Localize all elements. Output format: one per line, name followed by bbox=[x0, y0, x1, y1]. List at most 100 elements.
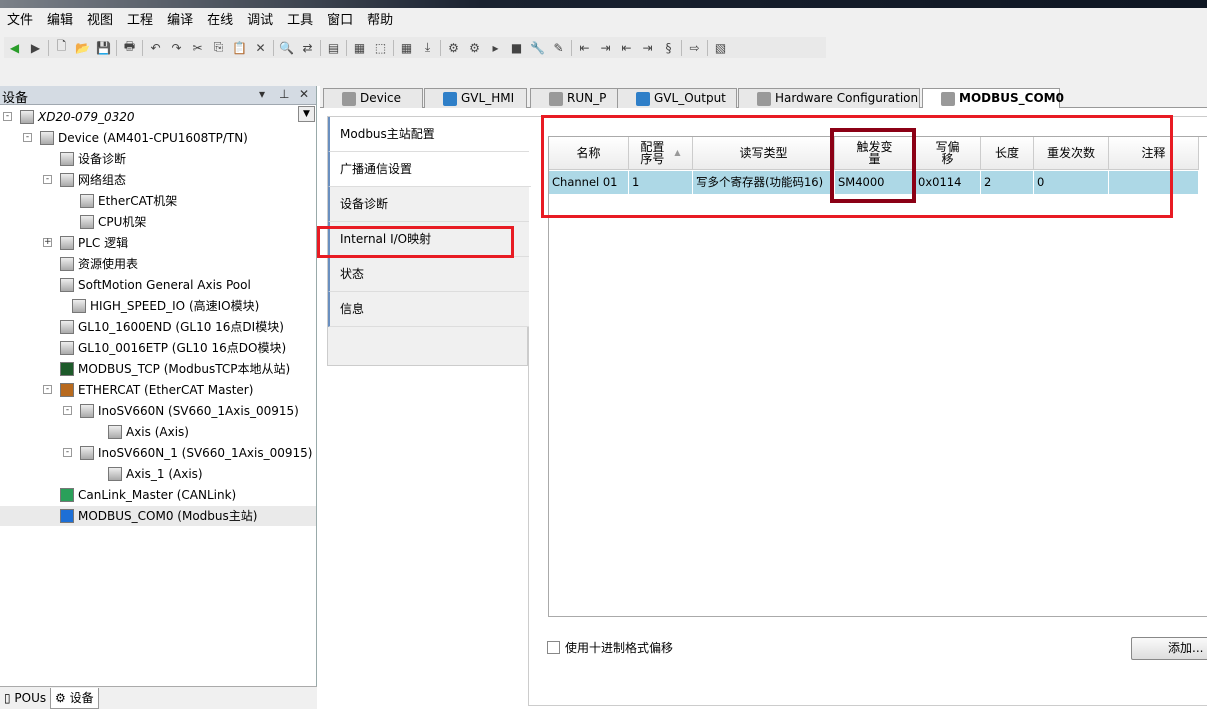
tree-item[interactable]: - ETHERCAT (EtherCAT Master) bbox=[0, 380, 316, 400]
find-icon[interactable]: 🔍 bbox=[278, 39, 295, 56]
menu-item[interactable]: 编译 bbox=[160, 11, 200, 31]
decimal-offset-checkbox[interactable] bbox=[547, 641, 560, 654]
tree-item[interactable]: MODBUS_COM0 (Modbus主站) bbox=[0, 506, 316, 526]
start-icon[interactable]: ▸ bbox=[487, 39, 504, 56]
expand-toggle-icon[interactable]: - bbox=[23, 133, 32, 142]
menu-item[interactable]: 工具 bbox=[280, 11, 320, 31]
tab-gvl-hmi[interactable]: GVL_HMI bbox=[424, 88, 527, 108]
tree-item[interactable]: GL10_1600END (GL10 16点DI模块) bbox=[0, 317, 316, 337]
tree-item-label: 设备诊断 bbox=[78, 152, 127, 166]
tree-item[interactable]: Axis (Axis) bbox=[0, 422, 316, 442]
highlight-box-trigger-variable bbox=[830, 128, 916, 203]
menu-item[interactable]: 编辑 bbox=[40, 11, 80, 31]
step-icon[interactable]: § bbox=[660, 39, 677, 56]
paste-icon[interactable]: 📋 bbox=[231, 39, 248, 56]
menu-item[interactable]: 窗口 bbox=[320, 11, 360, 31]
back-icon[interactable]: ◀ bbox=[6, 39, 23, 56]
tab-gvl-output[interactable]: GVL_Output bbox=[617, 88, 737, 108]
device-icon bbox=[60, 341, 74, 355]
expand-toggle-icon[interactable]: - bbox=[43, 175, 52, 184]
bp3-icon[interactable]: ⇤ bbox=[618, 39, 635, 56]
tools-icon[interactable]: 🔧 bbox=[529, 39, 546, 56]
tab-label: RUN_P bbox=[567, 91, 607, 105]
tree-item[interactable]: SoftMotion General Axis Pool bbox=[0, 275, 316, 295]
tab-devices[interactable]: ⚙ 设备 bbox=[50, 688, 99, 709]
delete-icon[interactable]: ✕ bbox=[252, 39, 269, 56]
tree-item[interactable]: GL10_0016ETP (GL10 16点DO模块) bbox=[0, 338, 316, 358]
menu-item[interactable]: 帮助 bbox=[360, 11, 400, 31]
tab-label: Device bbox=[360, 91, 402, 105]
arrow-icon[interactable]: ⇨ bbox=[686, 39, 703, 56]
dropdown-icon[interactable]: ▾ bbox=[259, 87, 265, 101]
tree-item[interactable]: 设备诊断 bbox=[0, 149, 316, 169]
tab-run-p[interactable]: RUN_P bbox=[530, 88, 618, 108]
panel-header: 设备 ▾ ⊥ ✕ bbox=[0, 86, 316, 106]
tab-device[interactable]: Device bbox=[323, 88, 423, 108]
tab-label: POUs bbox=[14, 691, 47, 705]
forward-icon[interactable]: ▶ bbox=[27, 39, 44, 56]
tree-item-label: Device (AM401-CPU1608TP/TN) bbox=[58, 131, 248, 145]
save-icon[interactable]: 💾 bbox=[95, 39, 112, 56]
side-tab[interactable]: 设备诊断 bbox=[328, 187, 529, 222]
tree-item[interactable]: CanLink_Master (CANLink) bbox=[0, 485, 316, 505]
tree-item[interactable]: MODBUS_TCP (ModbusTCP本地从站) bbox=[0, 359, 316, 379]
side-tab[interactable]: Modbus主站配置 bbox=[328, 117, 529, 152]
plc-logic-icon bbox=[60, 236, 74, 250]
cut-icon[interactable]: ✂ bbox=[189, 39, 206, 56]
tree-item[interactable]: + PLC 逻辑 bbox=[0, 233, 316, 253]
highlight-box-io-mapping bbox=[317, 226, 514, 258]
copy-icon[interactable]: ⎘ bbox=[210, 39, 227, 56]
undo-icon[interactable]: ↶ bbox=[147, 39, 164, 56]
tree-item[interactable]: - InoSV660N_1 (SV660_1Axis_00915) bbox=[0, 443, 316, 463]
open-icon[interactable]: 📂 bbox=[74, 39, 91, 56]
replace-icon[interactable]: ⇄ bbox=[299, 39, 316, 56]
menu-item[interactable]: 视图 bbox=[80, 11, 120, 31]
pages-icon[interactable]: ▤ bbox=[325, 39, 342, 56]
tab-hardware-configuration[interactable]: Hardware Configuration bbox=[738, 88, 920, 108]
expand-toggle-icon[interactable]: - bbox=[63, 406, 72, 415]
expand-toggle-icon[interactable]: - bbox=[63, 448, 72, 457]
expand-toggle-icon[interactable]: - bbox=[43, 385, 52, 394]
pin-icon[interactable]: ⊥ bbox=[279, 87, 289, 101]
tree-item[interactable]: 资源使用表 bbox=[0, 254, 316, 274]
add-button[interactable]: 添加... bbox=[1131, 637, 1207, 660]
side-tab[interactable]: 信息 bbox=[328, 292, 529, 327]
tree-item[interactable]: Axis_1 (Axis) bbox=[0, 464, 316, 484]
build-icon[interactable]: ▦ bbox=[398, 39, 415, 56]
device-icon bbox=[40, 131, 54, 145]
export-icon[interactable]: ⬚ bbox=[372, 39, 389, 56]
menu-item[interactable]: 调试 bbox=[240, 11, 280, 31]
edit-icon[interactable]: ✎ bbox=[550, 39, 567, 56]
stop-icon[interactable]: ■ bbox=[508, 39, 525, 56]
side-tab[interactable]: 广播通信设置 bbox=[328, 152, 531, 187]
tab-pous[interactable]: ▯ POUs bbox=[0, 688, 50, 709]
close-icon[interactable]: ✕ bbox=[299, 87, 309, 101]
menu-item[interactable]: 文件 bbox=[0, 11, 40, 31]
logout-icon[interactable]: ⚙ bbox=[466, 39, 483, 56]
tree-item[interactable]: CPU机架 bbox=[0, 212, 316, 232]
expand-toggle-icon[interactable]: - bbox=[3, 112, 12, 121]
misc-icon[interactable]: ▧ bbox=[712, 39, 729, 56]
bp-icon[interactable]: ⇤ bbox=[576, 39, 593, 56]
tree-item-label: CPU机架 bbox=[98, 215, 147, 229]
side-tab[interactable]: 状态 bbox=[328, 257, 529, 292]
tree-item[interactable]: - Device (AM401-CPU1608TP/TN) bbox=[0, 128, 316, 148]
redo-icon[interactable]: ↷ bbox=[168, 39, 185, 56]
print-icon[interactable]: 🖶 bbox=[121, 39, 138, 56]
grid-icon[interactable]: ▦ bbox=[351, 39, 368, 56]
menu-item[interactable]: 在线 bbox=[200, 11, 240, 31]
tree-item[interactable]: EtherCAT机架 bbox=[0, 191, 316, 211]
new-file-icon[interactable]: 🗋 bbox=[53, 39, 70, 56]
expand-toggle-icon[interactable]: + bbox=[43, 238, 52, 247]
tab-modbus-com0[interactable]: MODBUS_COM0 ✕ bbox=[922, 88, 1064, 124]
download-icon[interactable]: ⤓ bbox=[419, 39, 436, 56]
tree-item[interactable]: - InoSV660N (SV660_1Axis_00915) bbox=[0, 401, 316, 421]
tree-item[interactable]: - 网络组态 bbox=[0, 170, 316, 190]
network-config-icon bbox=[60, 173, 74, 187]
login-icon[interactable]: ⚙ bbox=[445, 39, 462, 56]
tree-item[interactable]: - XD20-079_0320 bbox=[0, 107, 316, 127]
tree-item[interactable]: HIGH_SPEED_IO (高速IO模块) bbox=[0, 296, 316, 316]
bp2-icon[interactable]: ⇥ bbox=[597, 39, 614, 56]
menu-item[interactable]: 工程 bbox=[120, 11, 160, 31]
bp4-icon[interactable]: ⇥ bbox=[639, 39, 656, 56]
